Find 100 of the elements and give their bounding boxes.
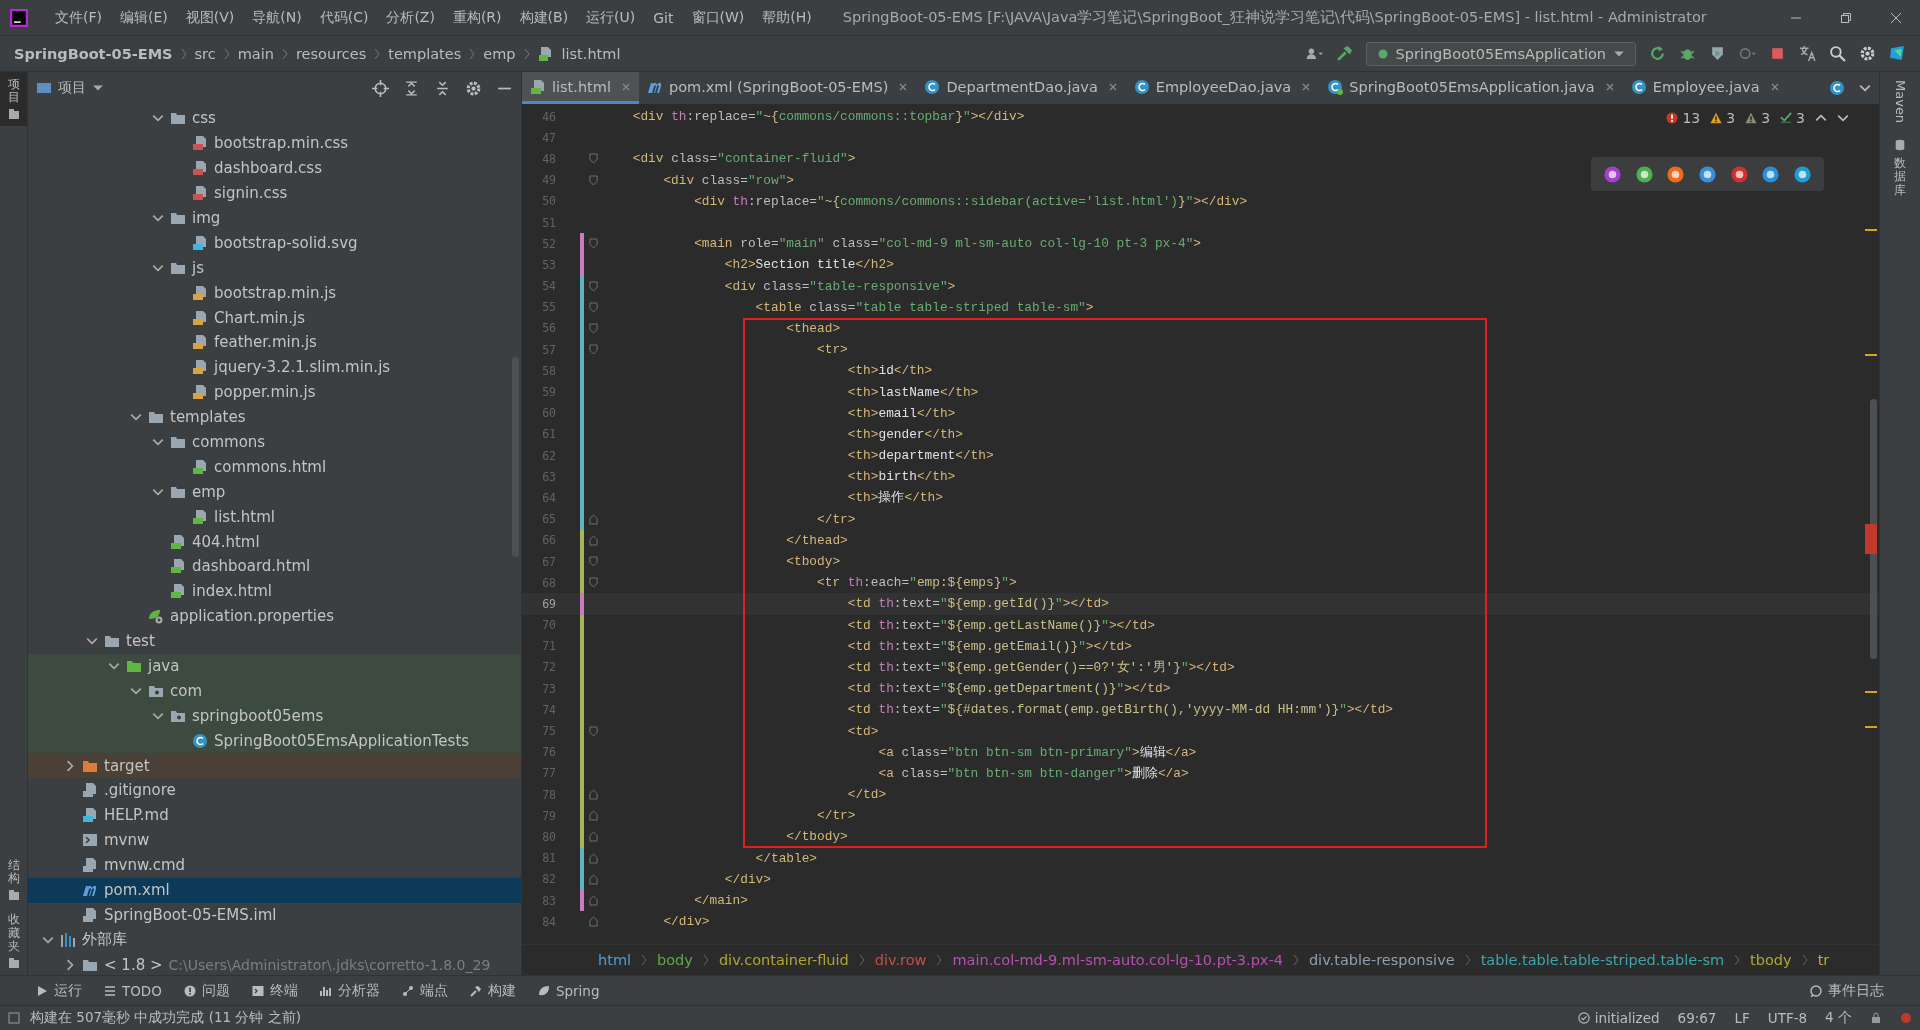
breadcrumb-item[interactable]: div.table-responsive — [1308, 952, 1455, 968]
tree-item[interactable]: mvnw — [28, 827, 521, 853]
tree-item[interactable]: dashboard.html — [28, 554, 521, 579]
breadcrumb-item[interactable]: tr — [1817, 952, 1830, 968]
tree-item[interactable]: < 1.8 > C:\Users\Administrator\.jdks\corretto-1.8.0_29 — [28, 952, 521, 975]
close-icon[interactable] — [1769, 81, 1780, 92]
change-marker[interactable] — [580, 593, 584, 615]
breadcrumb-item[interactable]: SpringBoot-05-EMS — [14, 45, 173, 62]
close-icon[interactable] — [1890, 11, 1902, 24]
breadcrumb-item[interactable]: main.col-md-9.ml-sm-auto.col-lg-10.pt-3.px-4 — [952, 952, 1283, 968]
tree-item[interactable]: Chart.min.js — [28, 305, 521, 330]
change-marker[interactable] — [580, 847, 584, 869]
tree-item[interactable]: js — [28, 255, 521, 281]
change-marker[interactable] — [580, 296, 584, 318]
next-highlight-icon[interactable] — [1837, 112, 1849, 124]
tool-window-tab[interactable]: 项目 — [0, 72, 27, 127]
fold-marker-icon[interactable] — [588, 916, 598, 928]
fold-marker-icon[interactable] — [588, 174, 598, 186]
tree-item[interactable]: target — [28, 753, 521, 779]
status-item[interactable]: LF — [1734, 1010, 1750, 1026]
close-icon[interactable] — [898, 81, 909, 92]
tool-window-button[interactable]: Spring — [537, 982, 600, 999]
menu-item[interactable]: 运行(U) — [577, 8, 645, 27]
tree-item[interactable]: pom.xml — [28, 877, 521, 903]
breadcrumb-item[interactable]: main — [237, 45, 274, 62]
change-marker[interactable] — [580, 339, 584, 361]
breadcrumb-item[interactable]: div.row — [874, 952, 927, 968]
fold-marker-icon[interactable] — [588, 238, 598, 250]
close-icon[interactable] — [1604, 81, 1615, 92]
panel-toggle-icon[interactable] — [8, 1012, 20, 1024]
change-marker[interactable] — [580, 423, 584, 445]
inspection-count[interactable]: 13 — [1666, 110, 1701, 126]
change-marker[interactable] — [580, 762, 584, 784]
hammer-icon[interactable] — [1335, 45, 1353, 62]
tree-item[interactable]: HELP.md — [28, 802, 521, 828]
tree-item[interactable]: list.html — [28, 504, 521, 530]
change-marker[interactable] — [580, 275, 584, 297]
status-item[interactable]: initialized — [1577, 1010, 1660, 1026]
menu-item[interactable]: 重构(R) — [443, 8, 511, 27]
editor-tab[interactable]: Employee.java — [1622, 72, 1788, 104]
change-marker[interactable] — [580, 508, 584, 530]
tree-item[interactable]: css — [28, 106, 521, 131]
settings-icon[interactable] — [1859, 45, 1876, 62]
menu-item[interactable]: 帮助(H) — [753, 8, 821, 27]
breadcrumb-item[interactable]: tbody — [1750, 952, 1792, 968]
menu-item[interactable]: 视图(V) — [176, 8, 244, 27]
caret-icon[interactable] — [1859, 82, 1871, 94]
menu-item[interactable]: 构建(B) — [510, 8, 578, 27]
editor-tab[interactable]: pom.xml (SpringBoot-05-EMS) — [638, 72, 917, 104]
chevron-icon[interactable] — [64, 759, 76, 772]
tool-window-button[interactable]: 分析器 — [319, 981, 380, 1000]
close-icon[interactable] — [1301, 81, 1312, 92]
change-marker[interactable] — [580, 678, 584, 700]
tool-window-button[interactable]: 运行 — [36, 981, 82, 1000]
tree-item[interactable]: jquery-3.2.1.slim.min.js — [28, 354, 521, 380]
tool-window-button[interactable]: 构建 — [469, 981, 516, 1000]
crosshair-icon[interactable] — [372, 79, 389, 97]
breadcrumb-item[interactable]: html — [598, 952, 632, 968]
breadcrumb-item[interactable]: body — [657, 952, 693, 968]
tree-item[interactable]: commons.html — [28, 454, 521, 480]
tool-window-tab[interactable]: Maven — [1892, 72, 1908, 132]
user-icon[interactable] — [1305, 45, 1323, 62]
tree-item[interactable]: templates — [28, 404, 521, 430]
change-marker[interactable] — [580, 466, 584, 488]
change-marker[interactable] — [580, 720, 584, 742]
menu-item[interactable]: Git — [644, 9, 683, 26]
change-marker[interactable] — [580, 529, 584, 551]
fold-marker-icon[interactable] — [588, 280, 598, 292]
tree-item[interactable]: dashboard.css — [28, 155, 521, 181]
tree-item[interactable]: com — [28, 678, 521, 704]
tool-window-button[interactable]: 端点 — [401, 981, 448, 1000]
change-marker[interactable] — [580, 487, 584, 509]
fold-marker-icon[interactable] — [588, 725, 598, 737]
inspection-count[interactable]: 3 — [1745, 110, 1771, 126]
close-icon[interactable] — [1107, 81, 1118, 92]
fold-marker-icon[interactable] — [588, 810, 598, 822]
change-marker[interactable] — [580, 741, 584, 763]
breadcrumb-item[interactable]: div.container-fluid — [718, 952, 849, 968]
tool-window-button[interactable]: TODO — [104, 982, 162, 999]
fold-marker-icon[interactable] — [588, 301, 598, 313]
menu-item[interactable]: 代码(C) — [310, 8, 378, 27]
fold-marker-icon[interactable] — [588, 873, 598, 885]
tree-item[interactable]: mvnw.cmd — [28, 852, 521, 878]
collapse-all-icon[interactable] — [434, 79, 451, 97]
fold-marker-icon[interactable] — [588, 322, 598, 334]
fold-marker-icon[interactable] — [588, 556, 598, 568]
editor-tab[interactable]: SpringBoot05EmsApplication.java — [1319, 72, 1623, 104]
tree-item[interactable]: bootstrap-solid.svg — [28, 230, 521, 256]
change-marker[interactable] — [580, 572, 584, 594]
change-marker[interactable] — [580, 254, 584, 276]
tree-item[interactable]: index.html — [28, 578, 521, 604]
change-marker[interactable] — [580, 826, 584, 848]
run-configuration-dropdown[interactable]: SpringBoot05EmsApplication — [1365, 41, 1636, 66]
menu-item[interactable]: 文件(F) — [46, 8, 111, 27]
previous-highlight-icon[interactable] — [1815, 112, 1827, 124]
editor-tab[interactable]: DepartmentDao.java — [916, 72, 1126, 104]
menu-item[interactable]: 分析(Z) — [377, 8, 444, 27]
fold-marker-icon[interactable] — [588, 577, 598, 589]
change-marker[interactable] — [580, 381, 584, 403]
change-marker[interactable] — [580, 360, 584, 382]
